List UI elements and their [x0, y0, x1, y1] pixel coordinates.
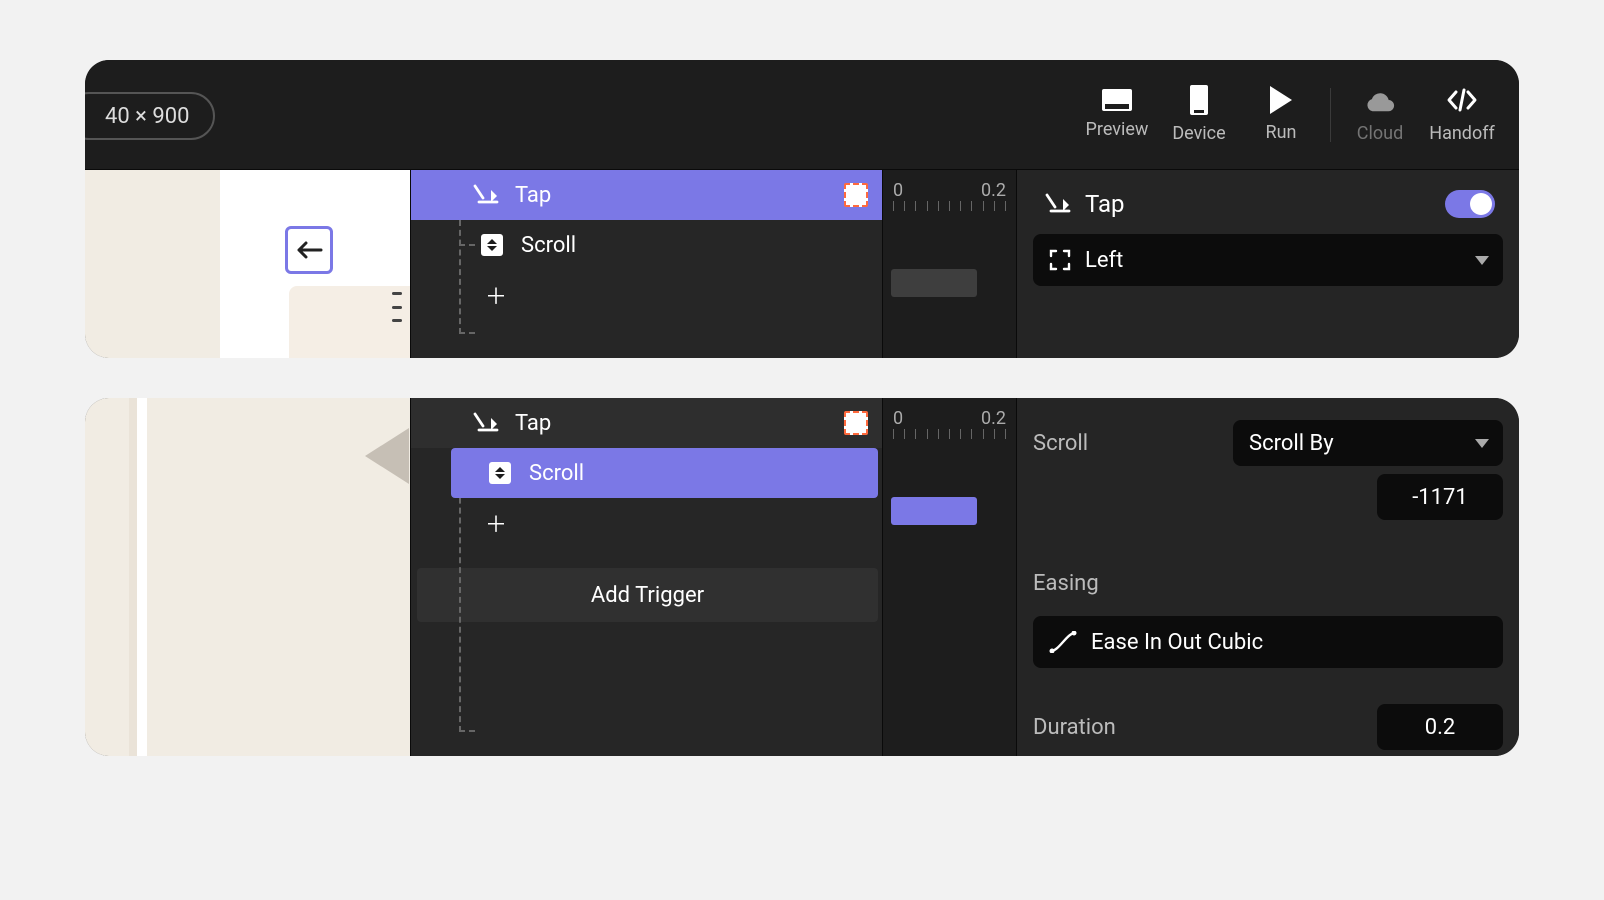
duration-label: Duration: [1033, 715, 1116, 740]
time-1: 0.2: [981, 408, 1006, 429]
handoff-button[interactable]: Handoff: [1421, 75, 1503, 155]
tap-icon: [1045, 193, 1071, 215]
code-icon: [1447, 85, 1477, 115]
target-swatch[interactable]: [844, 183, 868, 207]
duration-value: 0.2: [1425, 715, 1456, 740]
run-button[interactable]: Run: [1240, 75, 1322, 155]
target-value: Left: [1085, 248, 1123, 273]
trigger-tree-2: ▼ Tap Scroll ＋: [411, 398, 883, 756]
easing-label: Easing: [1033, 571, 1099, 596]
cloud-label: Cloud: [1357, 123, 1403, 144]
time-1: 0.2: [981, 180, 1006, 201]
add-trigger-button[interactable]: Add Trigger: [417, 568, 878, 622]
device-label: Device: [1172, 123, 1225, 144]
scroll-amount-value: -1171: [1412, 485, 1468, 510]
tap-icon: [473, 412, 499, 434]
timeline-clip-selected[interactable]: [891, 497, 977, 525]
cloud-icon: [1365, 85, 1395, 115]
toolbar-separator: [1330, 88, 1331, 142]
scroll-icon: [481, 234, 503, 256]
easing-value: Ease In Out Cubic: [1091, 630, 1263, 655]
chevron-down-icon: [1475, 256, 1489, 265]
play-icon: [1270, 86, 1292, 114]
scroll-icon: [489, 462, 511, 484]
trigger-tap-label: Tap: [515, 183, 551, 208]
handoff-label: Handoff: [1429, 123, 1495, 144]
preview-label: Preview: [1086, 119, 1149, 140]
timeline-1[interactable]: 0 0.2: [883, 170, 1017, 358]
preview-button[interactable]: Preview: [1076, 75, 1158, 155]
back-arrow-element[interactable]: [285, 226, 333, 274]
inspector-2: Scroll Scroll By -1171 Easing: [1017, 398, 1519, 756]
action-scroll-label: Scroll: [529, 461, 584, 486]
target-swatch[interactable]: [844, 411, 868, 435]
canvas-preview-1[interactable]: [85, 170, 411, 358]
add-action-button[interactable]: ＋: [411, 270, 882, 320]
run-label: Run: [1266, 122, 1297, 143]
resize-handle[interactable]: [392, 292, 402, 322]
time-0: 0: [893, 180, 903, 201]
scroll-prop-label: Scroll: [1033, 431, 1153, 456]
panel-top: 40 × 900 Preview Device Run Cloud: [85, 60, 1519, 358]
target-select[interactable]: Left: [1033, 234, 1503, 286]
ease-curve-icon: [1049, 631, 1077, 653]
timeline-clip[interactable]: [891, 269, 977, 297]
canvas-preview-2[interactable]: [85, 398, 411, 756]
target-icon: [1049, 249, 1071, 271]
trigger-tap-label: Tap: [515, 411, 551, 436]
chevron-down-icon: [1475, 439, 1489, 448]
device-button[interactable]: Device: [1158, 75, 1240, 155]
trigger-tree-1: ▼ Tap Scroll ＋: [411, 170, 883, 358]
action-row-scroll-selected[interactable]: Scroll: [411, 448, 882, 498]
canvas-dimensions-pill[interactable]: 40 × 900: [85, 92, 215, 140]
trigger-row-tap[interactable]: Tap: [411, 398, 882, 448]
timeline-2[interactable]: 0 0.2: [883, 398, 1017, 756]
easing-select[interactable]: Ease In Out Cubic: [1033, 616, 1503, 668]
duration-input[interactable]: 0.2: [1377, 704, 1503, 750]
tap-icon: [473, 184, 499, 206]
time-0: 0: [893, 408, 903, 429]
back-triangle: [365, 428, 409, 484]
scroll-mode-value: Scroll By: [1249, 431, 1334, 456]
scroll-mode-select[interactable]: Scroll By: [1233, 420, 1503, 466]
trigger-row-tap[interactable]: Tap: [411, 170, 882, 220]
inspector-title: Tap: [1085, 190, 1445, 218]
action-scroll-label: Scroll: [521, 233, 576, 258]
add-action-button[interactable]: ＋: [411, 498, 882, 548]
arrow-left-icon: [295, 240, 323, 260]
inspector-1: Tap Left: [1017, 170, 1519, 358]
action-row-scroll[interactable]: Scroll: [411, 220, 882, 270]
canvas-dimensions-text: 40 × 900: [105, 104, 189, 129]
panel-bottom: ▼ Tap Scroll ＋: [85, 398, 1519, 756]
preview-icon: [1102, 89, 1132, 111]
add-trigger-label: Add Trigger: [591, 583, 704, 608]
cloud-button[interactable]: Cloud: [1339, 75, 1421, 155]
trigger-enabled-toggle[interactable]: [1445, 190, 1495, 218]
scroll-amount-input[interactable]: -1171: [1377, 474, 1503, 520]
device-icon: [1190, 85, 1208, 115]
app-toolbar: 40 × 900 Preview Device Run Cloud: [85, 60, 1519, 170]
